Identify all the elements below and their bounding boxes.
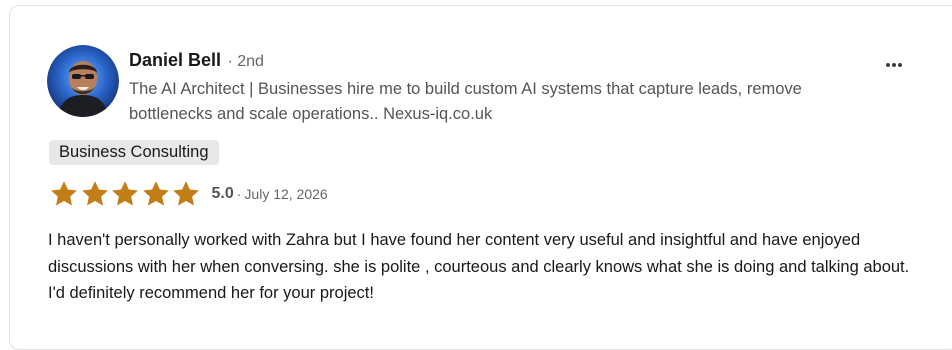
reviewer-name-line: Daniel Bell · 2nd [129, 50, 264, 71]
star-icon [141, 179, 171, 209]
star-icon [171, 179, 201, 209]
rating-row: 5.0 · July 12, 2026 [49, 177, 328, 211]
reviewer-avatar[interactable] [47, 45, 119, 117]
ellipsis-horizontal-icon [886, 63, 902, 67]
reviewer-headline: The AI Architect | Businesses hire me to… [129, 80, 802, 123]
reviewer-name[interactable]: Daniel Bell [129, 50, 221, 70]
more-options-button[interactable] [878, 52, 912, 78]
connection-degree: · 2nd [227, 53, 264, 70]
rating-value: 5.0 [211, 185, 234, 202]
service-tag: Business Consulting [49, 140, 219, 165]
avatar-image [47, 45, 119, 117]
star-icon [80, 179, 110, 209]
star-rating [49, 179, 202, 209]
review-date: July 12, 2026 [244, 186, 328, 202]
star-icon [110, 179, 140, 209]
review-text: I haven't personally worked with Zahra b… [48, 231, 910, 302]
star-icon [49, 179, 79, 209]
rating-separator: · [236, 186, 242, 202]
